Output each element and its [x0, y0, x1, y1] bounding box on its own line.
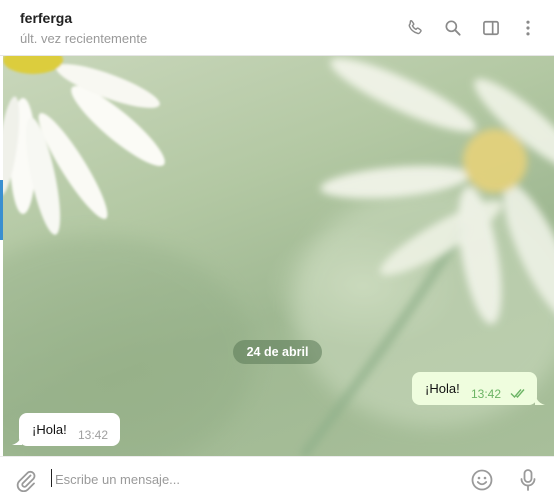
emoji-icon[interactable]: [470, 468, 494, 492]
message-text: ¡Hola!: [425, 381, 460, 396]
read-double-check-icon: [510, 387, 528, 402]
message-time: 13:42: [78, 428, 109, 442]
unread-accent-bar: [0, 180, 3, 240]
message-input[interactable]: [55, 466, 455, 492]
sidebar-icon[interactable]: [480, 17, 502, 39]
message-time: 13:42: [471, 387, 502, 401]
chat-title[interactable]: ferferga: [20, 10, 72, 26]
telegram-chat-window: ferferga últ. vez recientemente 24 de ab…: [0, 0, 554, 502]
bubble-tail-outgoing: [535, 392, 545, 405]
microphone-icon[interactable]: [518, 468, 538, 492]
chat-status: últ. vez recientemente: [20, 31, 148, 46]
phone-icon[interactable]: [404, 17, 426, 39]
more-vertical-icon[interactable]: [517, 17, 539, 39]
attach-icon[interactable]: [14, 468, 38, 493]
message-bubble-incoming[interactable]: ¡Hola! 13:42: [19, 413, 120, 446]
message-text: ¡Hola!: [32, 422, 67, 437]
date-separator: 24 de abril: [233, 340, 322, 364]
chat-header: ferferga últ. vez recientemente: [0, 0, 554, 56]
text-caret: [51, 469, 52, 487]
bubble-tail-incoming: [12, 432, 22, 445]
message-composer: [0, 456, 554, 502]
search-icon[interactable]: [442, 17, 464, 39]
message-bubble-outgoing[interactable]: ¡Hola! 13:42: [412, 372, 537, 405]
